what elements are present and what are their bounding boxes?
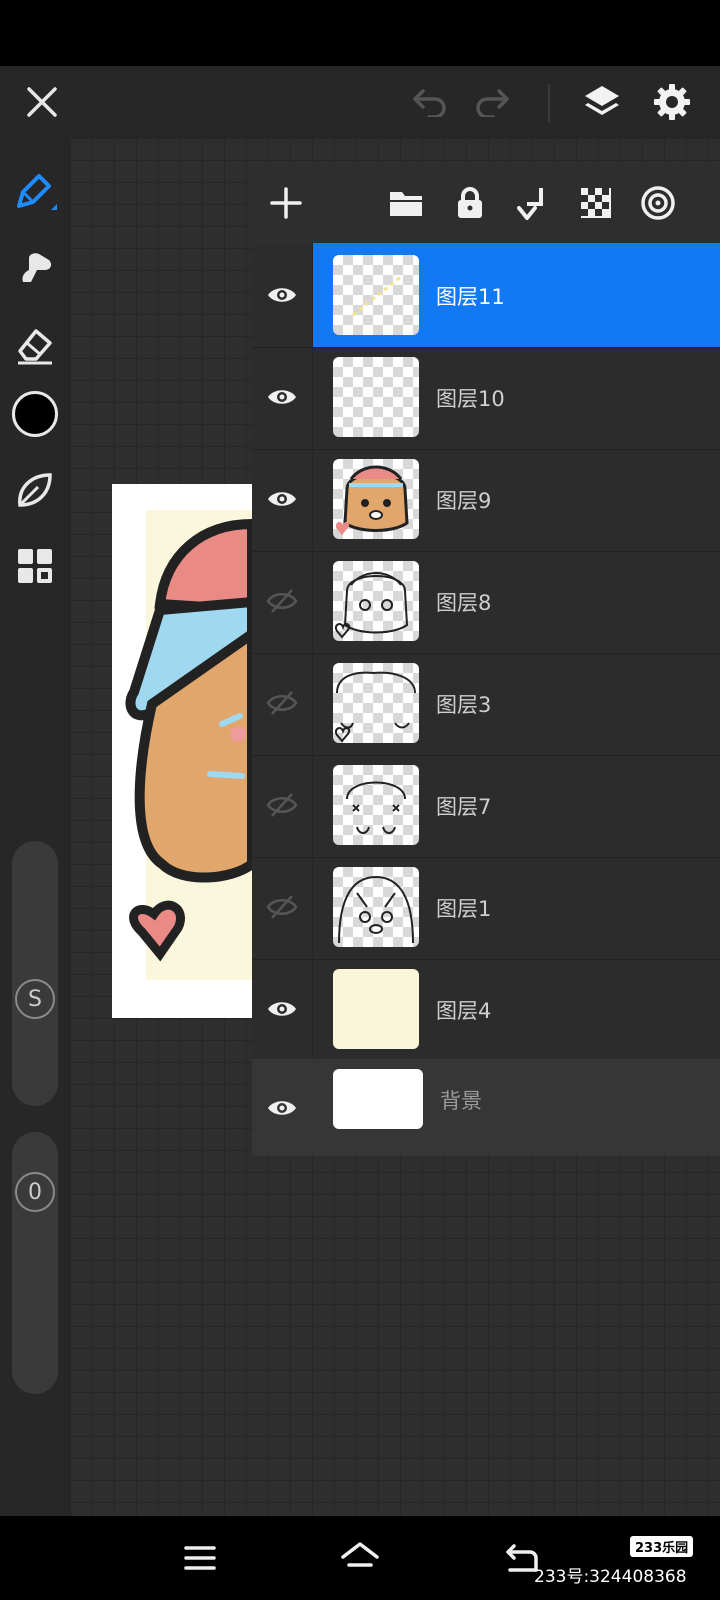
layer-name: 图层3 (436, 693, 492, 717)
layer-row-10[interactable]: 图层10 (252, 345, 720, 450)
top-toolbar (0, 66, 720, 138)
layer-thumbnail (333, 255, 419, 335)
home-icon[interactable] (338, 1536, 382, 1580)
pen-icon[interactable] (11, 168, 59, 216)
layer-row-1[interactable]: 图层1 (252, 855, 720, 960)
layer-thumbnail (333, 969, 419, 1049)
layer-thumbnail (333, 561, 419, 641)
layer-name: 图层9 (436, 489, 492, 513)
menu-icon[interactable] (178, 1536, 222, 1580)
eye-hidden-icon[interactable] (252, 753, 313, 857)
add-icon[interactable] (266, 183, 306, 223)
layer-thumbnail (333, 765, 419, 845)
layers-icon[interactable] (580, 80, 624, 124)
lock-icon[interactable] (450, 183, 490, 223)
layer-row-background[interactable]: 背景 (252, 1059, 720, 1156)
redo-icon[interactable] (470, 80, 514, 124)
layer-name: 背景 (440, 1089, 482, 1113)
opacity-slider[interactable]: 0 (12, 1132, 58, 1394)
grid-icon[interactable] (11, 542, 59, 590)
layer-name: 图层11 (436, 285, 505, 309)
watermark-text: 233号:324408368 (534, 1567, 687, 1587)
watermark-logo: 233乐园 (630, 1536, 694, 1557)
layer-row-7[interactable]: 图层7 (252, 753, 720, 858)
layer-panel-toolbar (252, 163, 720, 245)
eye-hidden-icon[interactable] (252, 549, 313, 653)
layer-panel: 图层11 图层10 图层9 图层8 图层3 图层7 图层1 图层4 背景 (252, 163, 720, 1156)
checkerboard-icon[interactable] (576, 183, 616, 223)
layer-thumbnail (333, 867, 419, 947)
eye-icon[interactable] (252, 957, 313, 1061)
layer-row-9[interactable]: 图层9 (252, 447, 720, 552)
merge-down-icon[interactable] (512, 183, 552, 223)
layer-name: 图层4 (436, 999, 492, 1023)
brush-size-knob[interactable]: S (15, 979, 55, 1019)
artwork (125, 510, 252, 980)
target-icon[interactable] (638, 183, 678, 223)
smudge-icon[interactable] (11, 244, 59, 292)
artboard[interactable] (112, 484, 252, 1018)
color-swatch[interactable] (11, 390, 59, 438)
layer-name: 图层7 (436, 795, 492, 819)
layer-thumbnail (333, 459, 419, 539)
layer-name: 图层10 (436, 387, 505, 411)
layer-row-8[interactable]: 图层8 (252, 549, 720, 654)
gear-icon[interactable] (650, 80, 694, 124)
layer-thumbnail (333, 1069, 423, 1129)
undo-icon[interactable] (408, 80, 452, 124)
layer-row-3[interactable]: 图层3 (252, 651, 720, 756)
layer-thumbnail (333, 663, 419, 743)
eye-icon[interactable] (252, 345, 313, 449)
layer-name: 图层1 (436, 897, 492, 921)
toolbar-divider (548, 84, 550, 122)
leaf-icon[interactable] (11, 466, 59, 514)
eye-hidden-icon[interactable] (252, 651, 313, 755)
eye-hidden-icon[interactable] (252, 855, 313, 959)
layer-row-11[interactable]: 图层11 (252, 243, 720, 348)
eye-icon[interactable] (252, 1059, 312, 1156)
left-toolbar: S 0 (0, 138, 70, 1516)
eye-icon[interactable] (252, 243, 313, 347)
navigation-bar (0, 1516, 720, 1600)
eraser-icon[interactable] (11, 320, 59, 368)
eye-icon[interactable] (252, 447, 313, 551)
folder-icon[interactable] (386, 183, 426, 223)
brush-size-slider[interactable]: S (12, 841, 58, 1106)
close-icon[interactable] (20, 80, 64, 124)
layer-name: 图层8 (436, 591, 492, 615)
opacity-knob[interactable]: 0 (15, 1172, 55, 1212)
status-bar (0, 0, 720, 66)
layer-thumbnail (333, 357, 419, 437)
layer-row-4[interactable]: 图层4 (252, 957, 720, 1062)
